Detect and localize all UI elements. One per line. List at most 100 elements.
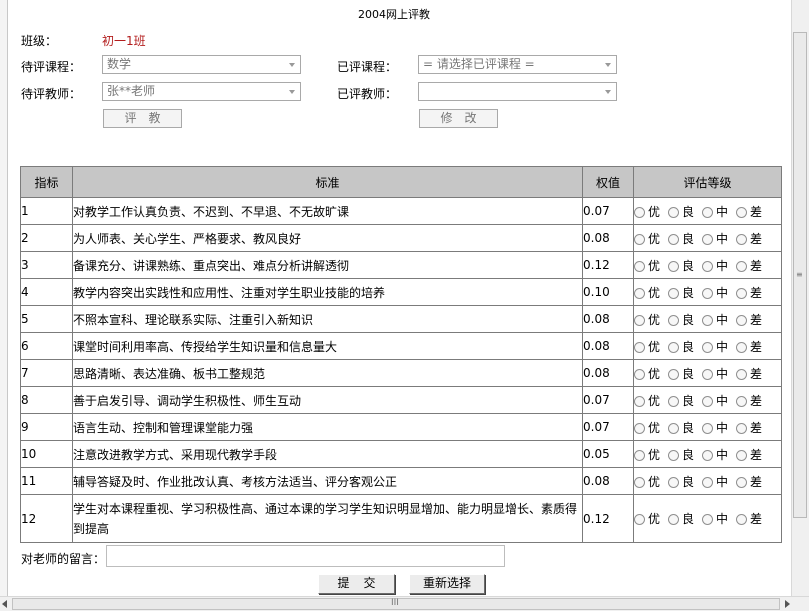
grade-radio[interactable] [668,260,680,272]
grade-option[interactable]: 差 [736,473,762,490]
grade-radio[interactable] [702,514,714,525]
grade-radio[interactable] [668,368,680,380]
grade-radio[interactable] [702,341,714,353]
grade-option[interactable]: 优 [634,365,660,382]
grade-option[interactable]: 差 [736,203,762,220]
grade-option[interactable]: 差 [736,392,762,409]
grade-option[interactable]: 良 [668,365,694,382]
grade-option[interactable]: 优 [634,284,660,301]
grade-radio[interactable] [634,233,645,245]
grade-radio[interactable] [634,395,645,407]
grade-option[interactable]: 良 [668,338,694,355]
evaluated-teacher-select[interactable] [418,82,617,101]
grade-option[interactable]: 中 [702,510,728,527]
grade-radio[interactable] [634,260,645,272]
grade-option[interactable]: 中 [702,446,728,463]
grade-radio[interactable] [702,206,714,218]
evaluate-button[interactable]: 评教 [103,109,182,128]
grade-radio[interactable] [736,422,748,434]
grade-option[interactable]: 良 [668,284,694,301]
grade-radio[interactable] [736,206,748,218]
grade-radio[interactable] [736,395,748,407]
submit-button[interactable]: 提交 [318,574,395,594]
chevron-down-icon[interactable] [284,83,300,100]
grade-radio[interactable] [634,287,645,299]
grade-radio[interactable] [634,206,645,218]
grade-option[interactable]: 中 [702,203,728,220]
grade-option[interactable]: 优 [634,338,660,355]
grade-radio[interactable] [668,233,680,245]
grade-radio[interactable] [736,449,748,461]
grade-option[interactable]: 中 [702,338,728,355]
grade-option[interactable]: 中 [702,473,728,490]
grade-radio[interactable] [736,514,748,525]
grade-option[interactable]: 良 [668,446,694,463]
grade-radio[interactable] [634,368,645,380]
comment-input[interactable] [106,545,505,567]
grade-radio[interactable] [668,287,680,299]
grade-radio[interactable] [668,341,680,353]
grade-radio[interactable] [634,314,645,326]
grade-option[interactable]: 优 [634,510,660,527]
grade-option[interactable]: 优 [634,311,660,328]
scroll-right-icon[interactable] [785,600,790,608]
grade-option[interactable]: 良 [668,203,694,220]
grade-radio[interactable] [634,341,645,353]
grade-option[interactable]: 差 [736,257,762,274]
grade-option[interactable]: 中 [702,419,728,436]
grade-option[interactable]: 优 [634,230,660,247]
grade-radio[interactable] [702,260,714,272]
grade-option[interactable]: 优 [634,257,660,274]
grade-radio[interactable] [736,368,748,380]
grade-radio[interactable] [668,422,680,434]
grade-option[interactable]: 中 [702,311,728,328]
grade-radio[interactable] [668,514,680,525]
grade-option[interactable]: 差 [736,338,762,355]
scroll-left-icon[interactable] [2,600,7,608]
grade-radio[interactable] [634,422,645,434]
grade-option[interactable]: 差 [736,510,762,527]
grade-option[interactable]: 中 [702,257,728,274]
grade-radio[interactable] [736,233,748,245]
grade-radio[interactable] [736,287,748,299]
reset-button[interactable]: 重新选择 [409,574,485,594]
pending-course-select[interactable]: 数学 [102,55,301,74]
pending-teacher-select[interactable]: 张**老师 [102,82,301,101]
vertical-scrollbar[interactable]: ≡ [791,0,809,597]
grade-option[interactable]: 优 [634,392,660,409]
grade-option[interactable]: 良 [668,392,694,409]
grade-radio[interactable] [736,476,748,488]
chevron-down-icon[interactable] [600,56,616,73]
modify-button[interactable]: 修改 [419,109,498,128]
grade-option[interactable]: 良 [668,419,694,436]
grade-radio[interactable] [736,314,748,326]
grade-radio[interactable] [702,422,714,434]
grade-option[interactable]: 良 [668,230,694,247]
grade-option[interactable]: 良 [668,311,694,328]
grade-option[interactable]: 差 [736,419,762,436]
grade-radio[interactable] [634,514,645,525]
grade-option[interactable]: 良 [668,510,694,527]
grade-option[interactable]: 差 [736,311,762,328]
grade-option[interactable]: 中 [702,392,728,409]
grade-radio[interactable] [668,395,680,407]
grade-radio[interactable] [702,233,714,245]
grade-radio[interactable] [702,368,714,380]
grade-option[interactable]: 优 [634,446,660,463]
grade-option[interactable]: 差 [736,230,762,247]
grade-radio[interactable] [702,395,714,407]
grade-option[interactable]: 良 [668,257,694,274]
grade-option[interactable]: 中 [702,230,728,247]
grade-radio[interactable] [634,449,645,461]
grade-option[interactable]: 优 [634,419,660,436]
grade-option[interactable]: 差 [736,446,762,463]
grade-option[interactable]: 差 [736,365,762,382]
grade-radio[interactable] [736,260,748,272]
grade-option[interactable]: 差 [736,284,762,301]
grade-option[interactable]: 良 [668,473,694,490]
grade-radio[interactable] [702,287,714,299]
chevron-down-icon[interactable] [284,56,300,73]
grade-radio[interactable] [702,476,714,488]
grade-option[interactable]: 中 [702,365,728,382]
grade-radio[interactable] [702,314,714,326]
